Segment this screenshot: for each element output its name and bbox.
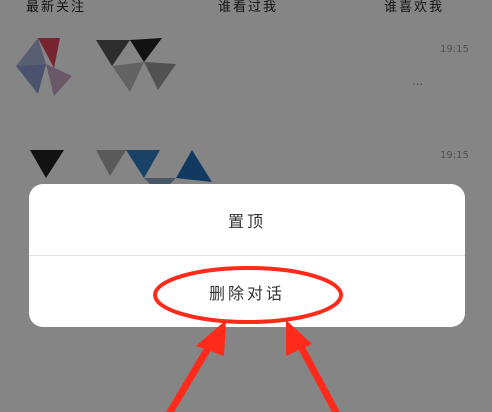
arrow-icon <box>166 320 226 412</box>
highlight-ellipse <box>153 266 343 324</box>
arrow-icon <box>286 320 340 412</box>
chat-list-screen: 最新关注 谁看过我 谁喜欢我 19:15 ... 19:15 置顶 删除对话 <box>0 0 492 412</box>
annotation-markup <box>153 266 343 412</box>
